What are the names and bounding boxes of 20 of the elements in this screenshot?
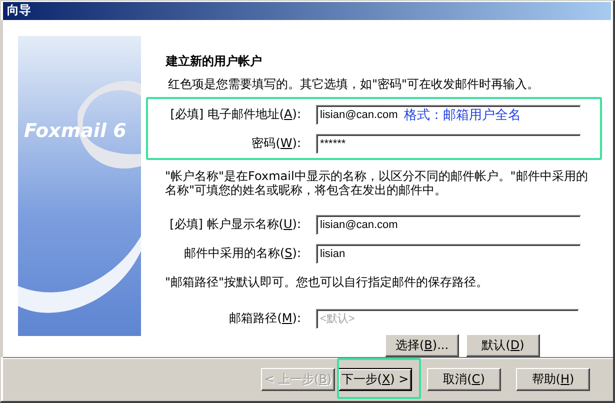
path-field[interactable]: <默认> (316, 308, 579, 329)
input-field[interactable]: lisian@can.com (316, 214, 581, 235)
field-label: 邮件中采用的名称(S): (182, 245, 301, 262)
field-label: 密码(W): (250, 135, 301, 152)
path-button[interactable]: 选择(B)... (385, 334, 459, 357)
field-label: [必填] 电子邮件地址(A): (169, 106, 301, 124)
hint-text: "帐户名称"是在Foxmail中显示的名称，以区分不同的邮件帐户。"邮件中采用的名称"可填您的姓名或昵称，将包含在发出的邮件中。 (165, 168, 589, 197)
wizard-button[interactable]: 取消(C) (427, 368, 501, 391)
hint-text: "邮箱路径"按默认即可。您也可以自行指定邮件的保存路径。 (165, 274, 490, 289)
path-button[interactable]: 默认(D) (466, 334, 540, 357)
field-label: [必填] 帐户显示名称(U): (168, 216, 301, 234)
input-field[interactable]: lisian (316, 244, 581, 264)
wizard-button[interactable]: 下一步(X) > (338, 368, 412, 391)
intro-text: 红色项是您需要填写的。其它选填，如"密码"可在收发邮件时再输入。 (168, 76, 540, 91)
page-heading: 建立新的用户帐户 (166, 52, 263, 70)
field-label: 邮箱路径(M): (228, 310, 301, 328)
wizard-button[interactable]: 帮助(H) (516, 368, 590, 391)
window-title: 向导 (7, 2, 31, 20)
input-field[interactable]: ****** (316, 134, 581, 154)
annotation-text: 格式：邮箱用户全名 (404, 106, 521, 124)
